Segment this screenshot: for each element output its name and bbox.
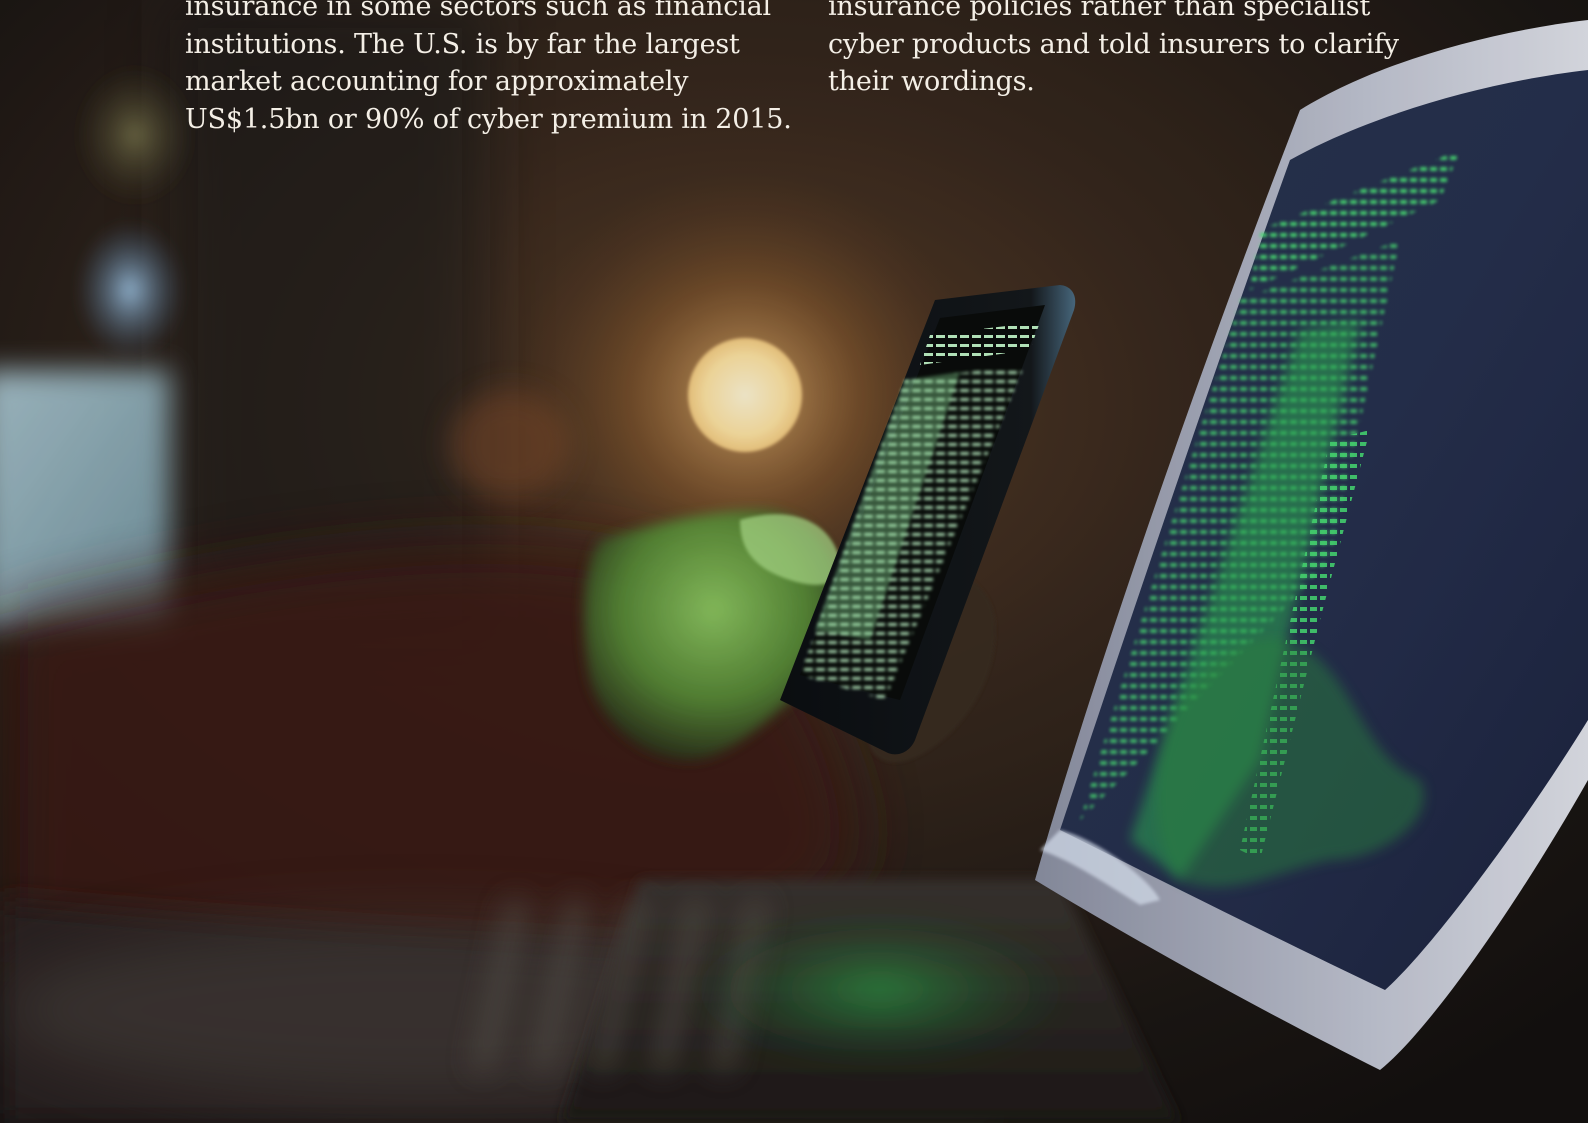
text-line: insurance in some sectors such as financ… <box>185 0 771 22</box>
cyber-photo-image <box>0 0 1588 1123</box>
body-text-right-column: insurance policies rather than specialis… <box>828 0 1428 101</box>
text-line: market accounting for approximately <box>185 66 689 97</box>
text-line: insurance policies rather than specialis… <box>828 0 1371 22</box>
text-line: institutions. The U.S. is by far the lar… <box>185 28 740 60</box>
text-line: cyber products and told insurers to clar… <box>828 28 1399 60</box>
body-text-left-column: insurance in some sectors such as financ… <box>185 0 792 138</box>
document-page: insurance in some sectors such as financ… <box>0 0 1588 1123</box>
text-line: their wordings. <box>828 66 1035 97</box>
text-line: US$1.5bn or 90% of cyber premium in 2015… <box>185 103 792 135</box>
